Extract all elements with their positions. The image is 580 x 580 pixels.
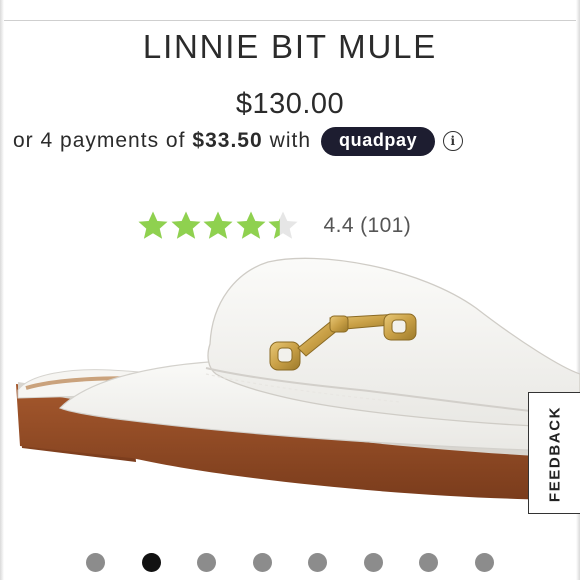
rating-summary[interactable]: 4.4 (101) xyxy=(137,209,411,243)
carousel-dot[interactable] xyxy=(141,553,161,572)
installment-amount: $33.50 xyxy=(192,129,263,152)
star-icon xyxy=(171,211,200,239)
product-image[interactable] xyxy=(0,250,580,540)
carousel-dot[interactable] xyxy=(363,553,383,572)
installment-suffix: with xyxy=(269,129,312,152)
star-icon xyxy=(138,211,168,239)
carousel-dot[interactable] xyxy=(474,553,494,572)
carousel-dot[interactable] xyxy=(86,553,105,572)
product-price: $130.00 xyxy=(235,88,345,120)
rating-text[interactable]: 4.4 (101) xyxy=(324,214,412,238)
carousel-dot[interactable] xyxy=(308,553,327,572)
star-icon xyxy=(236,211,265,239)
quadpay-logo[interactable]: quadpay xyxy=(321,126,436,156)
top-divider xyxy=(0,20,580,21)
carousel-pagination xyxy=(0,553,580,573)
info-circle-icon[interactable]: i xyxy=(443,131,464,151)
installment-prefix: or 4 payments of xyxy=(13,129,186,152)
carousel-dot[interactable] xyxy=(197,553,216,572)
star-icon xyxy=(203,211,233,239)
star-icon xyxy=(268,211,298,239)
carousel-dot[interactable] xyxy=(252,553,272,572)
feedback-label[interactable]: FEEDBACK xyxy=(547,406,564,502)
feedback-tab[interactable]: FEEDBACK xyxy=(528,392,580,514)
star-rating xyxy=(137,210,300,242)
product-title: LINNIE BIT MULE xyxy=(142,28,438,65)
installment-info: or 4 payments of $33.50 with quadpay i xyxy=(13,126,464,156)
carousel-dot[interactable] xyxy=(419,553,438,572)
